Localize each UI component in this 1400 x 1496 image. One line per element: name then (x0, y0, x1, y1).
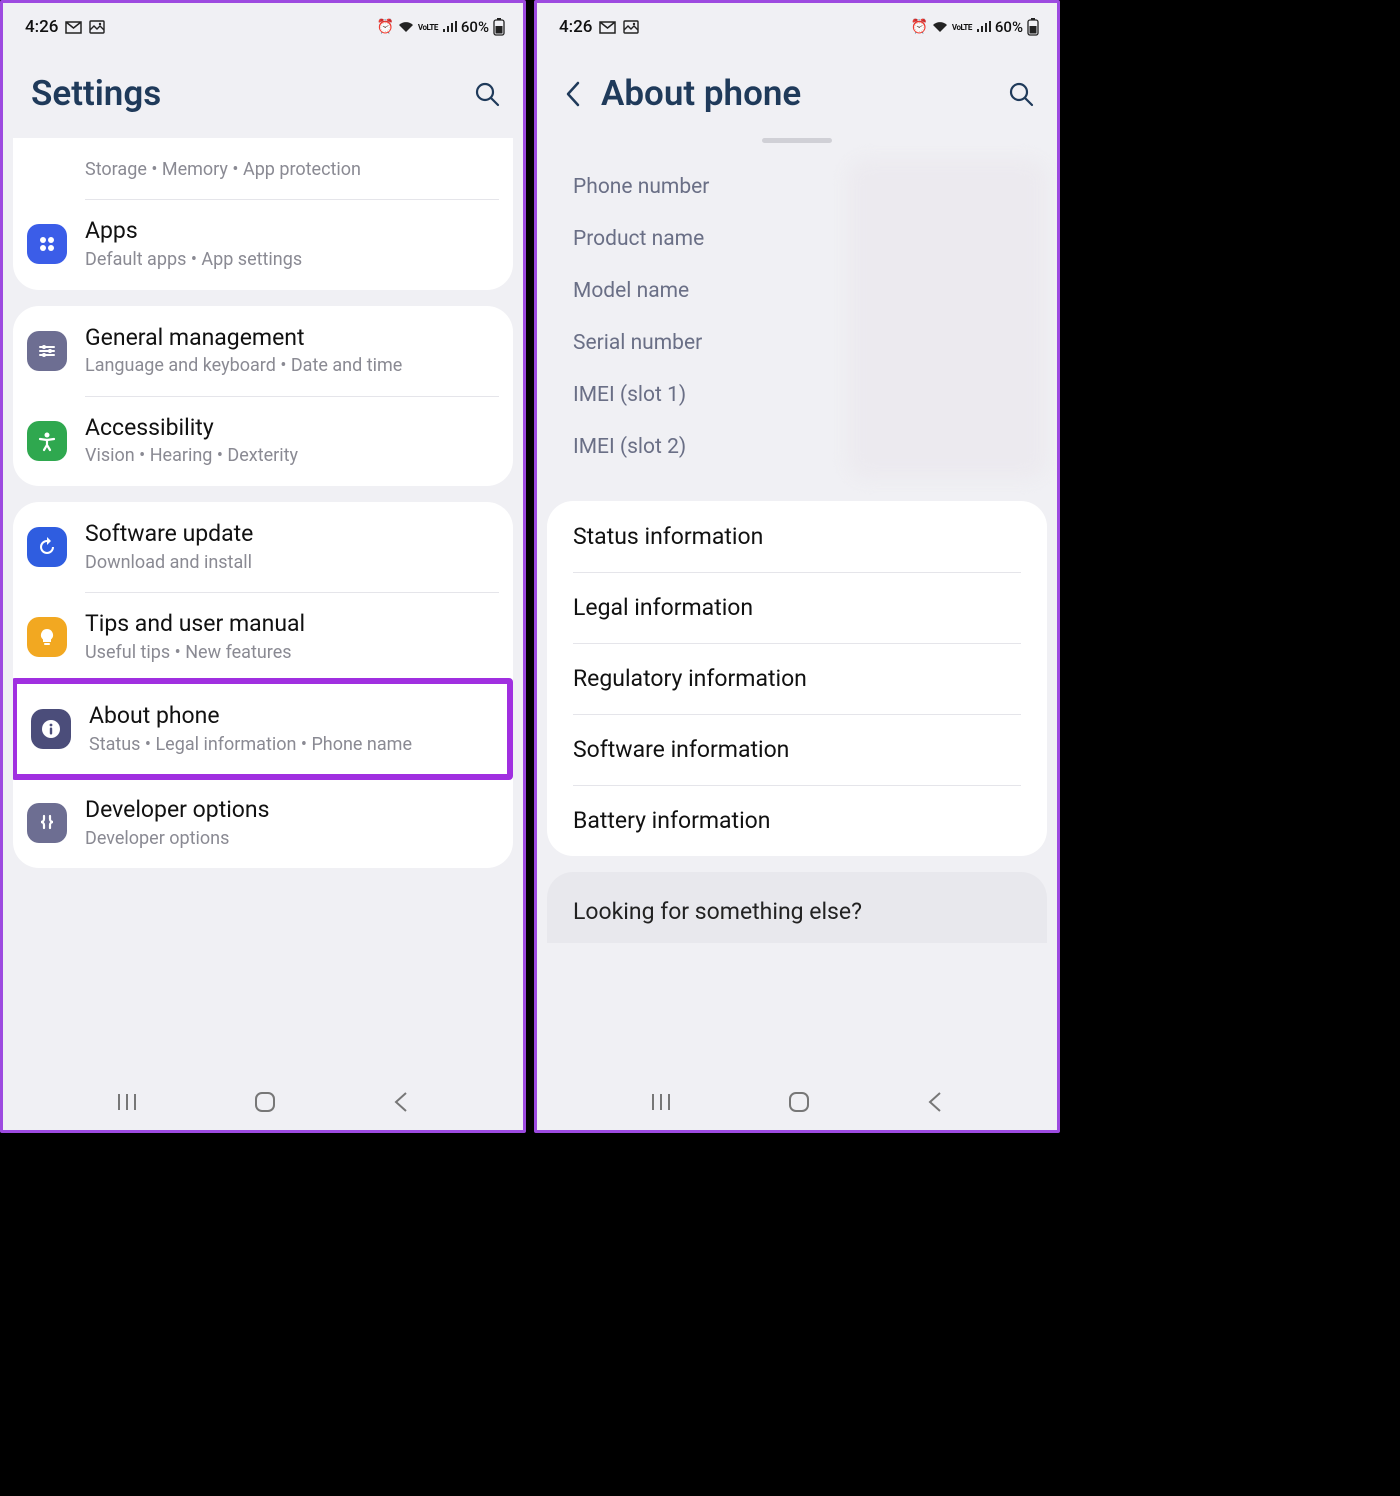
about-item-battery-information[interactable]: Battery information (547, 785, 1047, 856)
back-icon[interactable] (565, 81, 581, 107)
settings-item-text: General managementLanguage and keyboard … (85, 324, 499, 378)
settings-item-sub: Developer options (85, 827, 499, 850)
settings-item-sub: Download and install (85, 551, 499, 574)
settings-item-title: General management (85, 324, 499, 353)
settings-item-title: Accessibility (85, 414, 499, 443)
about-item-regulatory-information[interactable]: Regulatory information (547, 643, 1047, 714)
status-bar: 4:26 ⏰ VoLTE 60% (537, 3, 1057, 43)
settings-item-title: Apps (85, 217, 499, 246)
about-item-software-information[interactable]: Software information (547, 714, 1047, 785)
picture-icon (623, 20, 639, 34)
home-button[interactable] (787, 1090, 811, 1114)
back-button[interactable] (392, 1090, 410, 1114)
signal-icon (976, 21, 991, 33)
about-phone-screen: 4:26 ⏰ VoLTE 60% About phone (534, 0, 1060, 1133)
apps-icon (27, 224, 67, 264)
wifi-icon (398, 21, 414, 33)
dev-icon (27, 803, 67, 843)
highlight-about-phone: About phoneStatus • Legal information • … (13, 678, 513, 780)
search-icon[interactable] (473, 80, 501, 108)
about-content: Phone numberProduct nameModel nameSerial… (537, 138, 1057, 1074)
redacted-values (847, 159, 1047, 479)
search-icon[interactable] (1007, 80, 1035, 108)
settings-header: Settings (3, 43, 523, 138)
about-item-legal-information[interactable]: Legal information (547, 572, 1047, 643)
settings-item-text: Software updateDownload and install (85, 520, 499, 574)
settings-item-software-update[interactable]: Software updateDownload and install (13, 502, 513, 592)
nav-bar (537, 1074, 1057, 1130)
settings-item-device-care[interactable]: Storage • Memory • App protection (13, 138, 513, 199)
recents-button[interactable] (116, 1092, 138, 1112)
settings-item-tips-and-user-manual[interactable]: Tips and user manualUseful tips • New fe… (13, 592, 513, 682)
wifi-icon (932, 21, 948, 33)
status-time: 4:26 (559, 17, 592, 37)
settings-item-text: AppsDefault apps • App settings (85, 217, 499, 271)
settings-item-title: About phone (89, 702, 493, 731)
back-button[interactable] (926, 1090, 944, 1114)
page-title: About phone (601, 73, 801, 114)
about-header: About phone (537, 43, 1057, 138)
settings-item-developer-options[interactable]: Developer optionsDeveloper options (13, 778, 513, 868)
tips-icon (27, 617, 67, 657)
settings-group: Storage • Memory • App protection AppsDef… (13, 138, 513, 290)
settings-item-sub: Storage • Memory • App protection (85, 158, 499, 181)
settings-item-sub: Useful tips • New features (85, 641, 499, 664)
alarm-icon: ⏰ (376, 19, 393, 35)
card-handle[interactable] (762, 138, 832, 143)
settings-group: General managementLanguage and keyboard … (13, 306, 513, 486)
page-title: Settings (31, 73, 161, 114)
settings-item-title: Tips and user manual (85, 610, 499, 639)
settings-group: Software updateDownload and install Tips … (13, 502, 513, 869)
battery-icon (1027, 18, 1039, 36)
status-time: 4:26 (25, 17, 58, 37)
settings-item-accessibility[interactable]: AccessibilityVision • Hearing • Dexterit… (13, 396, 513, 486)
device-info-block: Phone numberProduct nameModel nameSerial… (547, 155, 1047, 501)
settings-item-sub: Language and keyboard • Date and time (85, 354, 499, 377)
settings-item-text: Tips and user manualUseful tips • New fe… (85, 610, 499, 664)
volte-icon: VoLTE (952, 23, 972, 32)
settings-list: Storage • Memory • App protection AppsDef… (3, 138, 523, 1074)
settings-item-general-management[interactable]: General managementLanguage and keyboard … (13, 306, 513, 396)
about-item-status-information[interactable]: Status information (547, 501, 1047, 572)
settings-item-text: AccessibilityVision • Hearing • Dexterit… (85, 414, 499, 468)
battery-icon (493, 18, 505, 36)
settings-item-apps[interactable]: AppsDefault apps • App settings (13, 199, 513, 289)
settings-item-text: About phoneStatus • Legal information • … (89, 702, 493, 756)
home-button[interactable] (253, 1090, 277, 1114)
settings-item-text: Developer optionsDeveloper options (85, 796, 499, 850)
settings-item-title: Developer options (85, 796, 499, 825)
settings-item-sub: Status • Legal information • Phone name (89, 733, 493, 756)
settings-item-sub: Default apps • App settings (85, 248, 499, 271)
alarm-icon: ⏰ (910, 19, 927, 35)
looking-for-hint[interactable]: Looking for something else? (547, 872, 1047, 943)
battery-pct: 60% (995, 18, 1023, 36)
about-list: Status informationLegal informationRegul… (547, 501, 1047, 856)
settings-item-about-phone[interactable]: About phoneStatus • Legal information • … (17, 684, 507, 774)
nav-bar (3, 1074, 523, 1130)
picture-icon (89, 20, 105, 34)
settings-screen: 4:26 ⏰ VoLTE 60% Settings (0, 0, 526, 1133)
update-icon (27, 527, 67, 567)
about-icon (31, 709, 71, 749)
battery-pct: 60% (461, 18, 489, 36)
settings-item-title: Software update (85, 520, 499, 549)
signal-icon (442, 21, 457, 33)
settings-item-text: Storage • Memory • App protection (85, 156, 499, 181)
accessibility-icon (27, 421, 67, 461)
general-icon (27, 331, 67, 371)
status-bar: 4:26 ⏰ VoLTE 60% (3, 3, 523, 43)
volte-icon: VoLTE (418, 23, 438, 32)
gmail-icon (599, 21, 616, 34)
recents-button[interactable] (650, 1092, 672, 1112)
gmail-icon (65, 21, 82, 34)
settings-item-sub: Vision • Hearing • Dexterity (85, 444, 499, 467)
device-care-icon (27, 148, 67, 172)
